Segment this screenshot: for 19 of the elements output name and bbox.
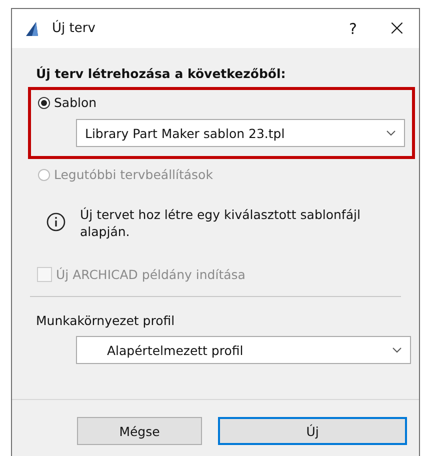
chevron-icon: [386, 130, 396, 136]
dialog-button[interactable]: Új: [218, 417, 407, 445]
checkbox-label: Új ARCHICAD példány indítása: [56, 267, 246, 282]
info-icon: [46, 212, 66, 232]
radio-icon[interactable]: [38, 96, 50, 108]
radio-option[interactable]: Sablon: [38, 95, 405, 110]
template-dropdown[interactable]: Library Part Maker sablon 23.tpl: [76, 119, 405, 147]
info-text: Új tervet hoz létre egy kiválasztott sablonfájl alapján.: [80, 206, 362, 240]
chevron-icon: [392, 347, 402, 353]
radio-label: Sablon: [54, 95, 97, 110]
close-button[interactable]: ×: [375, 9, 419, 48]
help-button[interactable]: ?: [331, 9, 375, 48]
section-heading: Új terv létrehozása a következőből:: [36, 66, 287, 81]
dialog-button[interactable]: Mégse: [77, 417, 202, 445]
radio-label: Legutóbbi tervbeállítások: [54, 167, 213, 182]
profile-label: Munkakörnyezet profil: [36, 313, 176, 328]
window-title: Új terv: [52, 21, 96, 36]
sail-logo-icon: [24, 20, 40, 36]
profile-dropdown[interactable]: Alapértelmezett profil: [76, 336, 411, 364]
